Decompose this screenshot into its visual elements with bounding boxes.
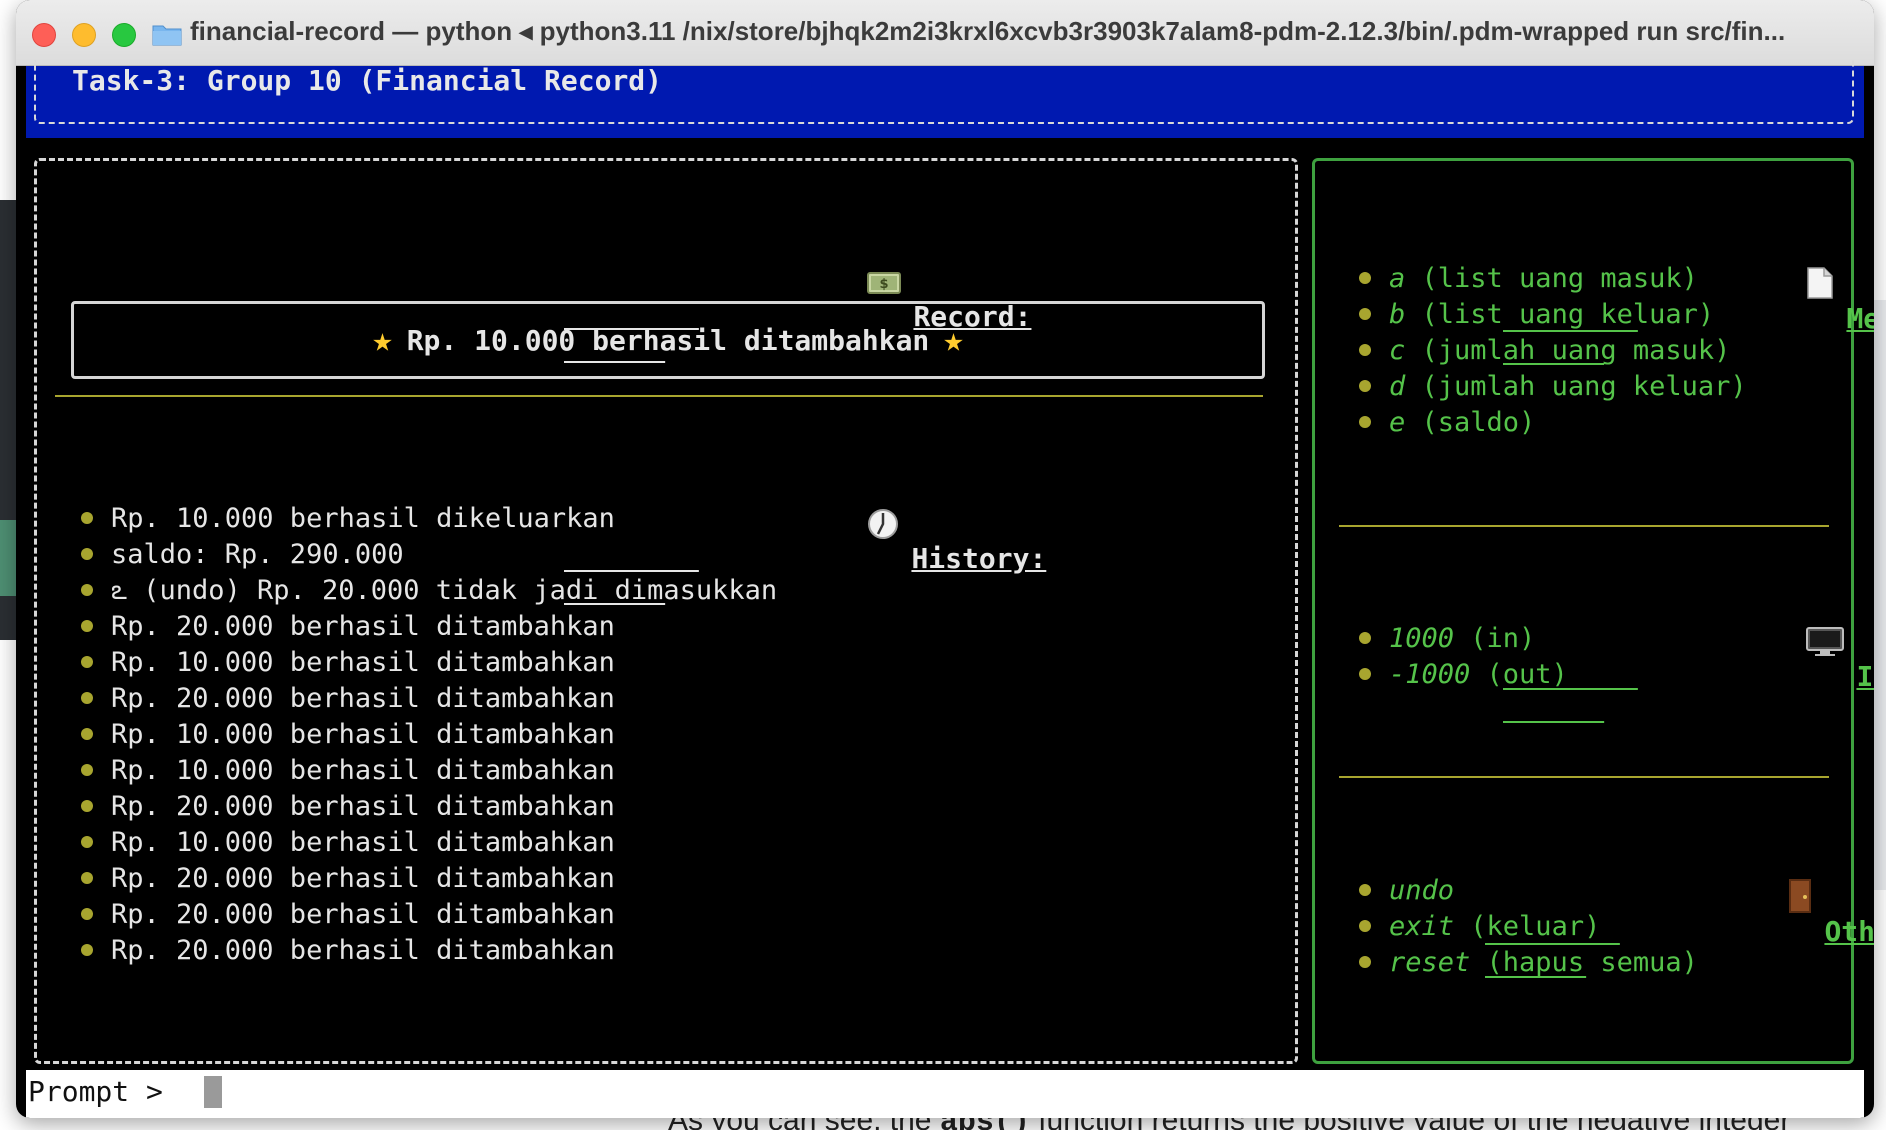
terminal-area[interactable]: Task-3: Group 10 (Financial Record) $ Re… [26,60,1874,1118]
background-right-edge [1874,300,1886,890]
input-list: 1000 (in) -1000 (out) [1359,621,1568,693]
history-item: saldo: Rp. 290.000 [81,537,777,573]
help-panel: Menu: a (list uang masuk) b (list uang k… [1312,158,1874,1064]
zoom-window-button[interactable] [112,23,136,47]
prompt-line-background [26,1070,1864,1118]
close-window-button[interactable] [32,23,56,47]
menu-list: a (list uang masuk) b (list uang keluar)… [1359,261,1747,441]
menu-item-d: d (jumlah uang keluar) [1359,369,1747,405]
record-panel: $ Record: ★ Rp. 10.000 berhasil ditambahk… [34,158,1298,1064]
app-header: Task-3: Group 10 (Financial Record) [26,60,1864,138]
record-message: Rp. 10.000 berhasil ditambahkan [406,323,930,357]
section-divider [1339,525,1829,527]
others-item-reset: reset (hapus semua) [1359,945,1698,981]
terminal-window: financial-record — python ◂ python3.11 /… [16,0,1874,1118]
menu-item-e: e (saldo) [1359,405,1747,441]
background-left-accent [0,520,16,596]
star-icon: ★ [943,320,964,360]
history-item: Rp. 20.000 berhasil ditambahkan [81,933,777,969]
history-list: Rp. 10.000 berhasil dikeluarkan saldo: R… [81,501,777,969]
section-divider [1339,776,1829,778]
history-item: Rp. 10.000 berhasil ditambahkan [81,717,777,753]
input-item-out: -1000 (out) [1359,657,1568,693]
minimize-window-button[interactable] [72,23,96,47]
history-item: Rp. 20.000 berhasil ditambahkan [81,897,777,933]
record-message-box: ★ Rp. 10.000 berhasil ditambahkan ★ [71,301,1265,379]
others-item-exit: exit (keluar) [1359,909,1698,945]
input-item-in: 1000 (in) [1359,621,1568,657]
prompt-input-cursor[interactable] [204,1076,222,1108]
history-item: ఽ (undo) Rp. 20.000 tidak jadi dimasukka… [81,573,777,609]
menu-item-c: c (jumlah uang masuk) [1359,333,1747,369]
window-titlebar[interactable]: financial-record — python ◂ python3.11 /… [16,0,1874,66]
svg-text:$: $ [880,277,889,292]
history-item: Rp. 10.000 berhasil dikeluarkan [81,501,777,537]
menu-item-b: b (list uang keluar) [1359,297,1747,333]
app-title: Task-3: Group 10 (Financial Record) [72,64,663,97]
history-item: Rp. 10.000 berhasil ditambahkan [81,753,777,789]
star-icon: ★ [372,320,393,360]
others-item-undo: undo [1359,873,1698,909]
menu-item-a: a (list uang masuk) [1359,261,1747,297]
window-title: financial-record — python ◂ python3.11 /… [190,16,1786,46]
history-item: Rp. 20.000 berhasil ditambahkan [81,861,777,897]
prompt-label: Prompt > [28,1075,180,1108]
history-item: Rp. 20.000 berhasil ditambahkan [81,789,777,825]
history-item: Rp. 20.000 berhasil ditambahkan [81,681,777,717]
folder-icon [152,25,182,46]
history-item: Rp. 10.000 berhasil ditambahkan [81,645,777,681]
header-frame: Task-3: Group 10 (Financial Record) [34,60,1854,124]
computer-icon [1638,594,1845,693]
section-divider [55,395,1263,397]
others-list: undo exit (keluar) reset (hapus semua) [1359,873,1698,981]
history-item: Rp. 10.000 berhasil ditambahkan [81,825,777,861]
history-item: Rp. 20.000 berhasil ditambahkan [81,609,777,645]
